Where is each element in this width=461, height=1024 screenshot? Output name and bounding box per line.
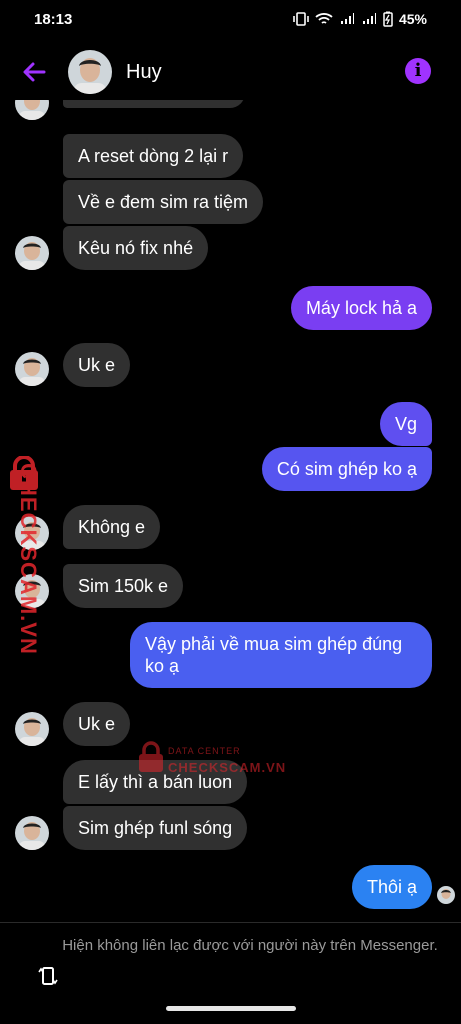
battery-percent: 45% <box>398 11 427 27</box>
message-bubble-sent[interactable]: Có sim ghép ko ạ <box>261 447 432 491</box>
watermark-small-text: DATA CENTER <box>0 506 1 583</box>
wifi-icon <box>315 13 333 24</box>
watermark-text: CHECKSCAM.VN <box>168 760 287 775</box>
signal-icon-2 <box>362 13 376 24</box>
status-bar: 18:13 45% <box>0 0 461 38</box>
back-arrow-icon[interactable] <box>20 58 48 86</box>
lock-icon <box>139 741 163 772</box>
contact-mini-avatar <box>15 712 49 746</box>
conversation-header: Huy i <box>0 44 461 100</box>
watermark-side: DATA CENTER CHECKSCAM.VN <box>0 456 42 656</box>
status-time: 18:13 <box>34 11 73 28</box>
contact-avatar[interactable] <box>68 50 112 94</box>
watermark-small-text: DATA CENTER <box>168 746 241 756</box>
rotate-icon[interactable] <box>36 964 60 988</box>
contact-mini-avatar <box>15 236 49 270</box>
message-bubble-sent[interactable]: Vg <box>379 402 432 446</box>
signal-icon <box>340 13 354 24</box>
message-bubble-cutoff <box>63 100 245 108</box>
message-bubble[interactable]: Kêu nó fix nhé <box>63 226 209 270</box>
contact-name[interactable]: Huy <box>126 61 162 84</box>
message-bubble[interactable]: Không e <box>63 505 161 549</box>
status-icons: 45% <box>293 11 427 27</box>
footer-divider <box>0 922 461 923</box>
message-bubble[interactable]: Uk e <box>63 343 131 387</box>
message-thread[interactable]: A reset dòng 2 lại r Về e đem sim ra tiệ… <box>0 100 461 920</box>
battery-charging-icon <box>383 11 393 27</box>
watermark-text: CHECKSCAM.VN <box>15 463 41 655</box>
message-bubble[interactable]: Sim ghép funl sóng <box>63 806 248 850</box>
seen-avatar <box>437 886 455 904</box>
info-icon[interactable]: i <box>405 58 431 84</box>
vibrate-icon <box>293 12 309 26</box>
contact-mini-avatar <box>15 352 49 386</box>
message-bubble-sent[interactable]: Máy lock hả a <box>290 286 432 330</box>
contact-mini-avatar <box>15 100 49 120</box>
message-bubble-sent[interactable]: Vậy phải về mua sim ghép đúng ko ạ <box>130 622 432 688</box>
home-indicator[interactable] <box>166 1006 296 1011</box>
watermark-center: DATA CENTER CHECKSCAM.VN <box>136 740 285 779</box>
unavailable-notice: Hiện không liên lạc được với người này t… <box>62 937 438 954</box>
message-bubble[interactable]: Sim 150k e <box>63 564 184 608</box>
message-bubble-sent[interactable]: Thôi ạ <box>351 865 432 909</box>
contact-mini-avatar <box>15 816 49 850</box>
message-bubble[interactable]: Về e đem sim ra tiệm <box>63 180 264 224</box>
message-bubble[interactable]: A reset dòng 2 lại r <box>63 134 244 178</box>
message-bubble[interactable]: Uk e <box>63 702 131 746</box>
